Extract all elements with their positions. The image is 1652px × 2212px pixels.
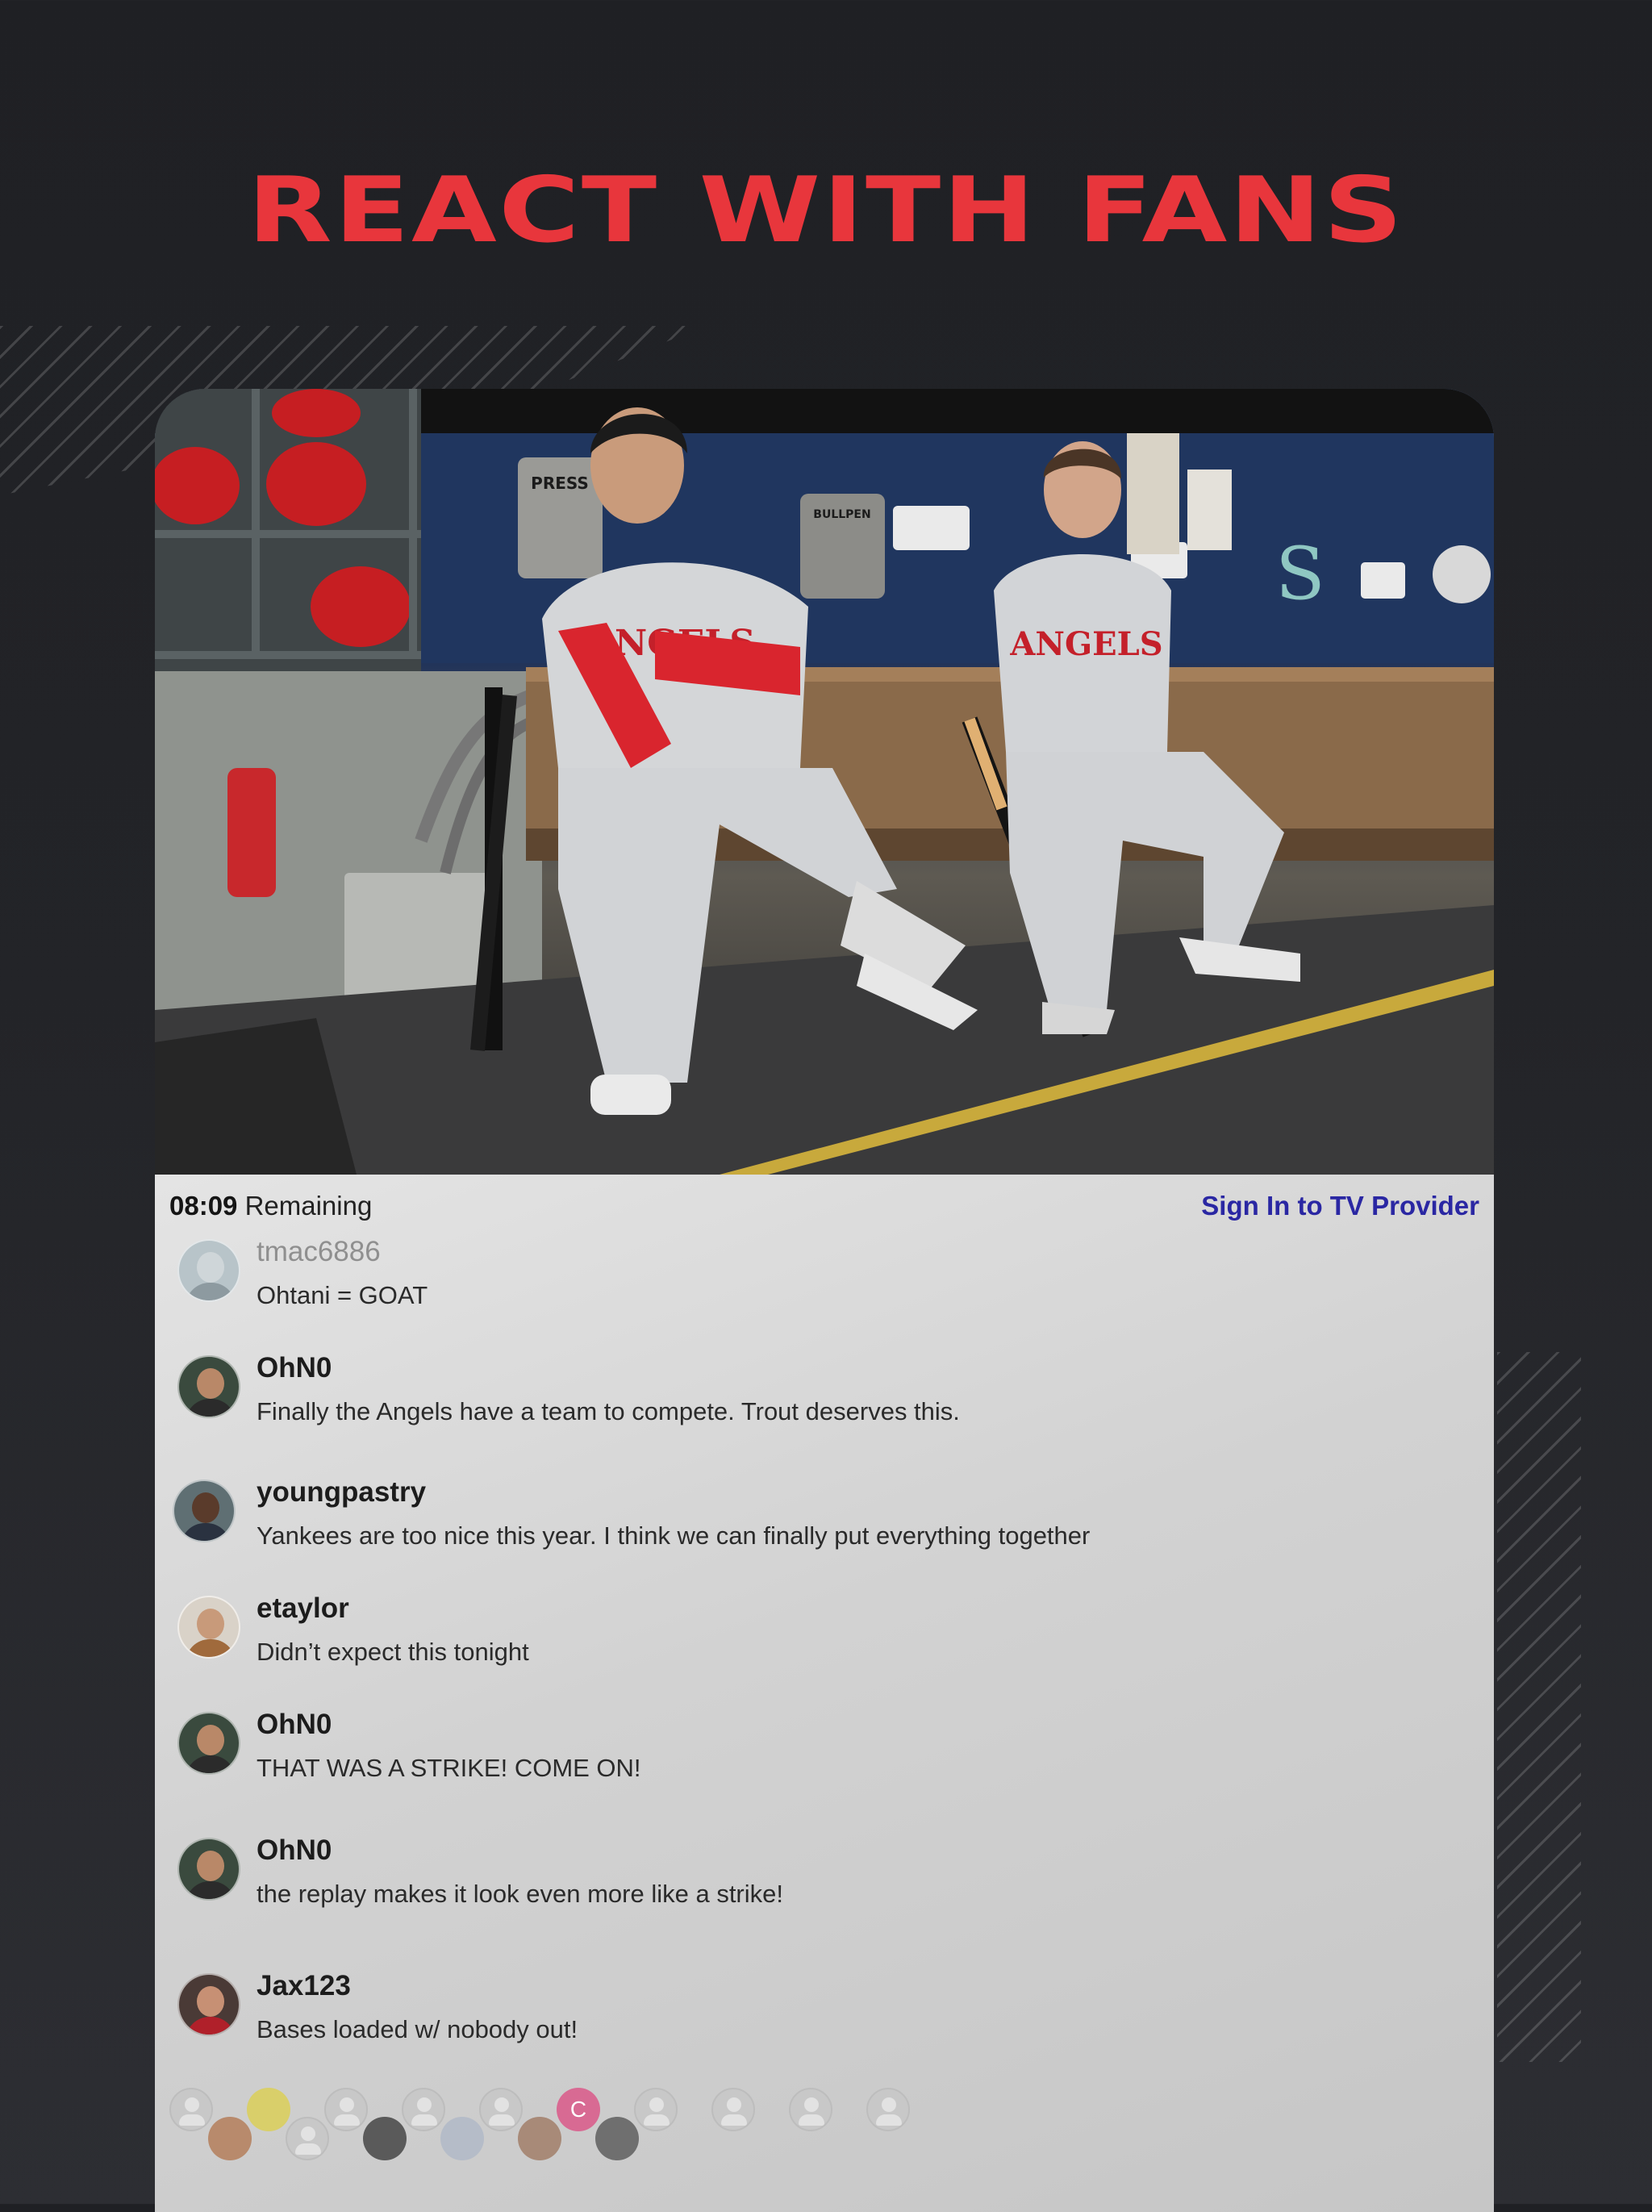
headline: REACT WITH FANS: [247, 158, 1405, 263]
viewer-avatar[interactable]: [208, 2117, 252, 2160]
press-sign: PRESS: [518, 457, 603, 578]
viewer-avatar[interactable]: [479, 2088, 523, 2131]
viewer-avatar[interactable]: [866, 2088, 910, 2131]
live-chat-panel: 08:09 Remaining Sign In to TV Provider t…: [155, 1175, 1494, 2212]
chat-text: THAT WAS A STRIKE! COME ON!: [257, 1754, 641, 1782]
user-avatar: [177, 1355, 240, 1418]
viewer-avatar[interactable]: [440, 2117, 484, 2160]
user-avatar: [177, 1712, 240, 1775]
user-avatar: [177, 1239, 240, 1302]
dugout-photo: PRESS BULLPEN S ANGELS: [155, 389, 1494, 1175]
svg-text:S: S: [1275, 532, 1325, 616]
status-bar: 08:09 Remaining Sign In to TV Provider: [169, 1191, 1479, 1231]
chat-username[interactable]: Jax123: [257, 1970, 351, 2002]
viewer-avatar[interactable]: [711, 2088, 755, 2131]
bullpen-sign: BULLPEN: [800, 494, 885, 599]
viewer-avatar[interactable]: [286, 2117, 329, 2160]
viewer-avatar[interactable]: [634, 2088, 678, 2131]
svg-text:ANGELS: ANGELS: [1009, 625, 1162, 663]
chat-message: youngpastry Yankees are too nice this ye…: [155, 1476, 1446, 1573]
chat-message: OhN0 the replay makes it look even more …: [155, 1834, 1446, 1931]
sign-in-tv-provider-link[interactable]: Sign In to TV Provider: [1201, 1191, 1479, 1221]
chat-text: Didn’t expect this tonight: [257, 1638, 529, 1666]
viewer-avatar[interactable]: [595, 2117, 639, 2160]
viewer-avatar[interactable]: [402, 2088, 445, 2131]
user-avatar: [177, 1596, 240, 1659]
chat-username[interactable]: youngpastry: [257, 1476, 426, 1509]
viewer-avatar-initial[interactable]: C: [557, 2088, 600, 2131]
app-screen: PRESS BULLPEN S ANGELS 08:09 Remaining S…: [155, 389, 1494, 2212]
user-avatar: [173, 1480, 236, 1542]
chat-username[interactable]: OhN0: [257, 1709, 332, 1741]
chat-message: OhN0 Finally the Angels have a team to c…: [155, 1352, 1446, 1449]
svg-text:BULLPEN: BULLPEN: [813, 508, 870, 521]
chat-text: Bases loaded w/ nobody out!: [257, 2015, 578, 2043]
time-remaining-value: 08:09: [169, 1191, 238, 1221]
viewer-avatar[interactable]: [789, 2088, 832, 2131]
user-avatar: [177, 1973, 240, 2036]
chat-username[interactable]: etaylor: [257, 1592, 349, 1625]
svg-text:PRESS: PRESS: [531, 474, 589, 493]
decorative-stripes-bottom: [1497, 1352, 1581, 2062]
chat-message: OhN0 THAT WAS A STRIKE! COME ON!: [155, 1709, 1446, 1805]
chat-text: Ohtani = GOAT: [257, 1281, 428, 1309]
viewer-avatars: C: [169, 2088, 976, 2185]
time-remaining: 08:09 Remaining: [169, 1191, 372, 1221]
chat-text: the replay makes it look even more like …: [257, 1880, 783, 1908]
chat-username[interactable]: OhN0: [257, 1834, 332, 1867]
chat-text: Yankees are too nice this year. I think …: [257, 1521, 1091, 1550]
chat-message: tmac6886 Ohtani = GOAT: [155, 1236, 1446, 1333]
time-remaining-label: Remaining: [244, 1191, 373, 1221]
chat-message: Jax123 Bases loaded w/ nobody out!: [155, 1970, 1446, 2067]
chat-message: etaylor Didn’t expect this tonight: [155, 1592, 1446, 1689]
chat-username[interactable]: tmac6886: [257, 1236, 381, 1268]
chat-text: Finally the Angels have a team to compet…: [257, 1397, 960, 1425]
viewer-avatar[interactable]: [247, 2088, 290, 2131]
chat-username[interactable]: OhN0: [257, 1352, 332, 1384]
user-avatar: [177, 1838, 240, 1901]
viewer-avatar[interactable]: [169, 2088, 213, 2131]
viewer-avatar[interactable]: [518, 2117, 561, 2160]
viewer-avatar[interactable]: [363, 2117, 407, 2160]
viewer-avatar[interactable]: [324, 2088, 368, 2131]
